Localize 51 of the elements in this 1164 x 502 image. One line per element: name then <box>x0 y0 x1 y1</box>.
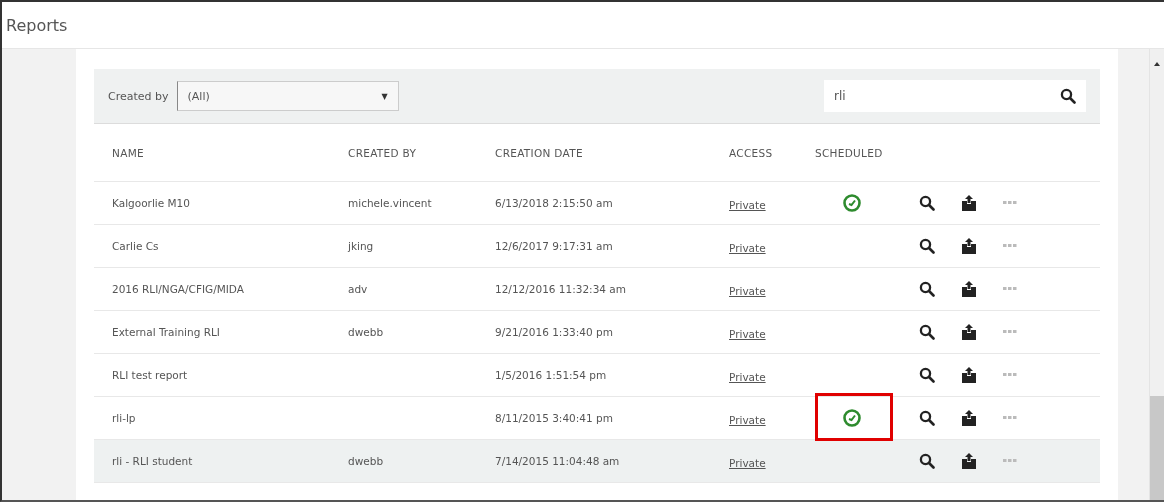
access-link[interactable]: Private <box>729 413 766 426</box>
search-icon[interactable] <box>919 453 935 469</box>
search-icon[interactable] <box>1060 88 1076 104</box>
table-cell-text: michele.vincent <box>348 197 433 209</box>
table-cell-text: 2016 RLI/NGA/CFIG/MIDA <box>112 283 245 295</box>
search-icon[interactable] <box>919 410 935 426</box>
scrollbar-thumb[interactable] <box>1150 396 1164 500</box>
table-cell-text: 12/12/2016 11:32:34 am <box>495 283 627 295</box>
access-link[interactable]: Private <box>729 241 766 254</box>
search-icon[interactable] <box>919 367 935 383</box>
page-title: Reports <box>5 15 68 35</box>
column-header: NAME <box>112 146 145 159</box>
filter-label: Created by <box>108 89 169 103</box>
column-header: CREATED BY <box>348 146 418 159</box>
table-cell-text: rli-lp <box>112 412 137 424</box>
access-link[interactable]: Private <box>729 284 766 297</box>
table-cell-text: External Training RLI <box>112 326 221 338</box>
access-link[interactable]: Private <box>729 370 766 383</box>
export-icon[interactable] <box>961 281 977 297</box>
search-icon[interactable] <box>919 324 935 340</box>
table-cell-text: jking <box>348 240 375 252</box>
export-icon[interactable] <box>961 367 977 383</box>
table-cell-text: Kalgoorlie M10 <box>112 197 191 209</box>
table-cell-text: 9/21/2016 1:33:40 pm <box>495 326 614 338</box>
search-icon[interactable] <box>919 281 935 297</box>
table-cell-text: adv <box>348 283 369 295</box>
access-link[interactable]: Private <box>729 327 766 340</box>
export-icon[interactable] <box>961 324 977 340</box>
table-cell-text: 12/6/2017 9:17:31 am <box>495 240 614 252</box>
table-cell-text: dwebb <box>348 326 385 338</box>
export-icon[interactable] <box>961 410 977 426</box>
export-icon[interactable] <box>961 238 977 254</box>
column-header: SCHEDULED <box>815 146 884 159</box>
table-cell-text: Carlie Cs <box>112 240 160 252</box>
column-header: CREATION DATE <box>495 146 584 159</box>
table-cell-text: rli - RLI student <box>112 455 194 467</box>
table-cell-text: 7/14/2015 11:04:48 am <box>495 455 621 467</box>
export-icon[interactable] <box>961 453 977 469</box>
access-link[interactable]: Private <box>729 456 766 469</box>
search-icon[interactable] <box>919 195 935 211</box>
table-cell-text: dwebb <box>348 455 385 467</box>
table-cell-text: 1/5/2016 1:51:54 pm <box>495 369 608 381</box>
search-icon[interactable] <box>919 238 935 254</box>
access-link[interactable]: Private <box>729 198 766 211</box>
column-header: ACCESS <box>729 146 774 159</box>
table-cell-text: RLI test report <box>112 369 189 381</box>
created-by-dropdown[interactable]: (All) ▼ <box>176 81 399 111</box>
table-cell-text: 6/13/2018 2:15:50 am <box>495 197 614 209</box>
export-icon[interactable] <box>961 195 977 211</box>
table-cell-text: 8/11/2015 3:40:41 pm <box>495 412 614 424</box>
search-field[interactable]: rli <box>824 80 1086 112</box>
